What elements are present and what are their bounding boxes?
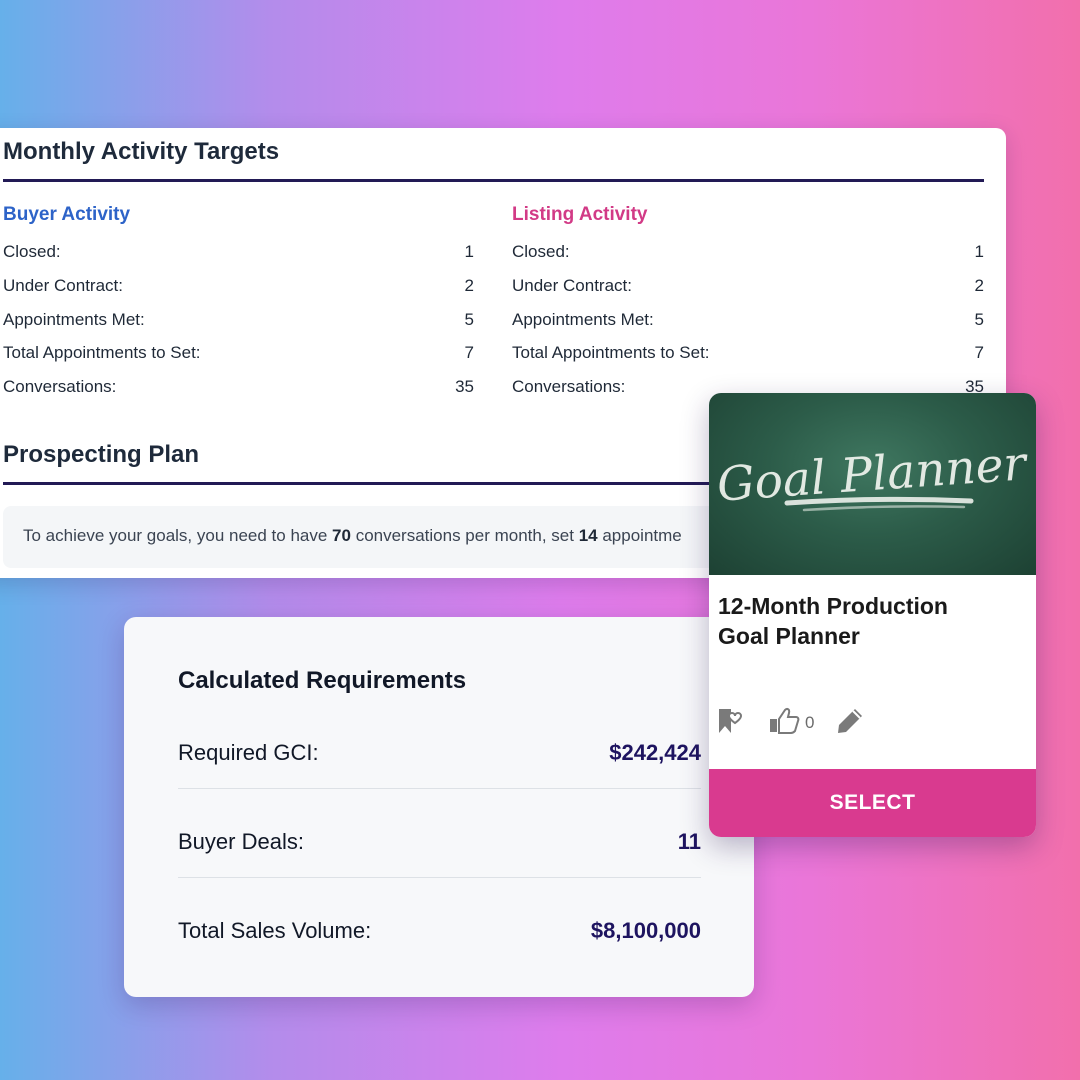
total-sales-volume-value: $8,100,000 xyxy=(590,918,701,943)
calculated-requirements-card: Calculated Requirements Required GCI: $2… xyxy=(124,617,754,997)
listing-closed-row: Closed: 1 xyxy=(512,242,984,264)
plan-appointments-count: 14 xyxy=(578,526,598,545)
calc-divider xyxy=(178,788,701,789)
listing-conversations-label: Conversations: xyxy=(512,377,626,396)
chalkboard-lettering: Goal Planner xyxy=(715,436,1030,513)
buyer-closed-value: 1 xyxy=(464,242,474,261)
targets-title-divider xyxy=(3,179,984,182)
buyer-under-contract-row: Under Contract: 2 xyxy=(3,276,474,298)
listing-activity-heading: Listing Activity xyxy=(512,204,648,225)
buyer-total-appointments-row: Total Appointments to Set: 7 xyxy=(3,343,474,365)
listing-appointments-met-row: Appointments Met: 5 xyxy=(512,310,984,332)
calculated-requirements-title: Calculated Requirements xyxy=(178,667,467,694)
bookmark-heart-icon[interactable] xyxy=(715,706,745,741)
listing-under-contract-label: Under Contract: xyxy=(512,276,632,295)
buyer-appointments-met-value: 5 xyxy=(464,310,474,329)
listing-total-appointments-label: Total Appointments to Set: xyxy=(512,343,710,362)
plan-text-end: appointme xyxy=(597,526,682,545)
buyer-conversations-row: Conversations: 35 xyxy=(3,377,474,399)
buyer-conversations-value: 35 xyxy=(455,377,474,396)
total-sales-volume-label: Total Sales Volume: xyxy=(178,918,372,943)
listing-total-appointments-row: Total Appointments to Set: 7 xyxy=(512,343,984,365)
buyer-closed-label: Closed: xyxy=(3,242,61,261)
buyer-total-appointments-label: Total Appointments to Set: xyxy=(3,343,201,362)
pencil-icon[interactable] xyxy=(835,706,865,741)
plan-text-middle: conversations per month, set xyxy=(350,526,579,545)
plan-conversations-count: 70 xyxy=(332,526,351,545)
required-gci-row: Required GCI: $242,424 xyxy=(178,740,701,800)
buyer-under-contract-label: Under Contract: xyxy=(3,276,123,295)
goal-planner-chalkboard-image: Goal Planner xyxy=(709,393,1036,575)
goal-planner-title-line1: 12-Month Production xyxy=(718,593,948,619)
required-gci-value: $242,424 xyxy=(609,740,701,765)
buyer-deals-label: Buyer Deals: xyxy=(178,829,304,854)
buyer-conversations-label: Conversations: xyxy=(3,377,117,396)
buyer-under-contract-value: 2 xyxy=(464,276,474,295)
listing-total-appointments-value: 7 xyxy=(974,343,984,362)
listing-under-contract-row: Under Contract: 2 xyxy=(512,276,984,298)
buyer-appointments-met-label: Appointments Met: xyxy=(3,310,145,329)
prospecting-plan-text: To achieve your goals, you need to have … xyxy=(23,526,682,546)
calc-divider xyxy=(178,877,701,878)
buyer-deals-row: Buyer Deals: 11 xyxy=(178,829,701,889)
listing-closed-value: 1 xyxy=(974,242,984,261)
plan-text-start: To achieve your goals, you need to have xyxy=(23,526,333,545)
buyer-total-appointments-value: 7 xyxy=(464,343,474,362)
buyer-closed-row: Closed: 1 xyxy=(3,242,474,264)
required-gci-label: Required GCI: xyxy=(178,740,319,765)
listing-appointments-met-value: 5 xyxy=(974,310,984,329)
buyer-activity-heading: Buyer Activity xyxy=(3,204,131,225)
goal-planner-title: 12-Month Production Goal Planner xyxy=(718,591,1018,651)
prospecting-plan-title: Prospecting Plan xyxy=(3,441,200,468)
card-actions: 0 xyxy=(715,706,875,740)
total-sales-volume-row: Total Sales Volume: $8,100,000 xyxy=(178,918,701,978)
listing-appointments-met-label: Appointments Met: xyxy=(512,310,654,329)
listing-closed-label: Closed: xyxy=(512,242,570,261)
goal-planner-title-line2: Goal Planner xyxy=(718,623,860,649)
thumbs-up-icon[interactable] xyxy=(767,706,801,741)
like-count: 0 xyxy=(805,713,815,732)
listing-under-contract-value: 2 xyxy=(974,276,984,295)
select-button[interactable]: SELECT xyxy=(709,769,1036,837)
buyer-appointments-met-row: Appointments Met: 5 xyxy=(3,310,474,332)
buyer-deals-value: 11 xyxy=(677,829,701,854)
monthly-activity-targets-title: Monthly Activity Targets xyxy=(3,138,280,165)
goal-planner-card[interactable]: Goal Planner 12-Month Production Goal Pl… xyxy=(709,393,1036,837)
